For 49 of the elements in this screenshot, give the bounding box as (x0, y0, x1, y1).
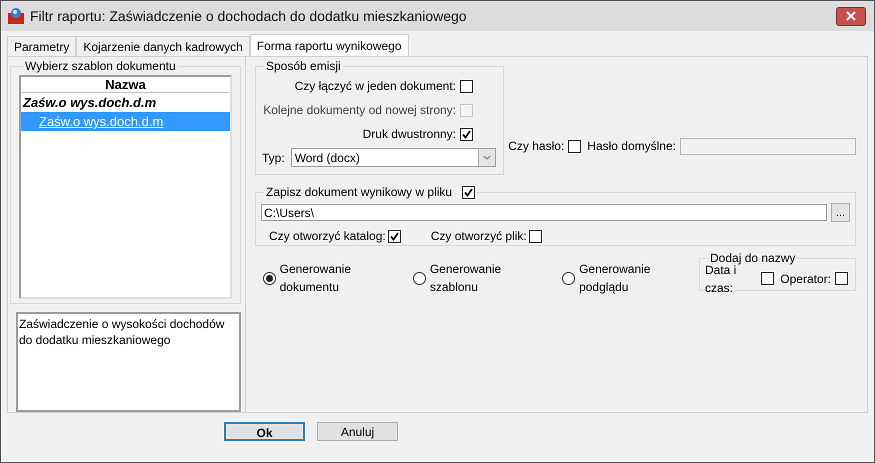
list-item[interactable]: Zaśw.o wys.doch.d.m (21, 93, 230, 112)
check-icon (462, 130, 471, 138)
option-label: Czy otworzyć plik: (430, 228, 527, 245)
group-title: Dodaj do nazwy (709, 250, 796, 265)
check-icon (464, 188, 474, 196)
tab[interactable]: Kojarzenie danych kadrowych (76, 36, 250, 56)
path-field[interactable]: C:\Users\ (261, 204, 827, 221)
radio-label: Generowanie dokumentu (280, 261, 352, 296)
option-label: Kolejne dokumenty od nowej strony: (263, 102, 456, 119)
checkbox[interactable] (460, 128, 473, 140)
option-label: Czy łączyć w jeden dokument: (294, 78, 456, 95)
option-label: Czy otworzyć katalog: (269, 228, 386, 245)
checkbox[interactable] (835, 272, 848, 285)
check-icon (390, 232, 399, 240)
checkbox[interactable] (388, 230, 401, 242)
checkbox[interactable] (462, 186, 476, 198)
password-field[interactable] (680, 138, 856, 154)
checkbox[interactable] (568, 140, 582, 152)
description-box: Zaświadczenie o wysokości dochodów do dodatku mieszkaniowego (16, 312, 241, 412)
radio-button[interactable] (562, 272, 576, 284)
option-label: Druk dwustronny: (362, 126, 456, 143)
checkbox[interactable] (761, 272, 774, 285)
dialog-button[interactable]: Ok (224, 422, 305, 441)
tab[interactable]: Parametry (7, 36, 76, 56)
checkbox[interactable] (528, 230, 542, 242)
chevron-down-icon (478, 149, 495, 166)
default-password-label: Hasło domyślne: (587, 138, 676, 155)
tab[interactable]: Forma raportu wynikowego (250, 34, 409, 56)
radio-label: Generowanie podglądu (579, 261, 652, 296)
type-dropdown[interactable]: Word (docx) (290, 148, 496, 167)
dropdown-value: Word (docx) (294, 150, 361, 166)
app-icon (7, 7, 25, 25)
group-title: Zapisz dokument wynikowy w pliku (266, 184, 452, 201)
radio-button[interactable] (263, 272, 276, 284)
close-icon (846, 11, 856, 21)
group-title: Wybierz szablon dokumentu (24, 58, 177, 75)
type-label: Typ: (262, 150, 285, 166)
checkbox[interactable] (460, 80, 473, 92)
close-button[interactable] (836, 6, 866, 26)
option-label: Data i czas: (705, 262, 736, 296)
window-title: Filtr raportu: Zaświadczenie o dochodach do dodatku mieszkaniowego (30, 6, 467, 26)
option-label: Operator: (780, 270, 831, 288)
column-header: Nazwa (21, 77, 230, 93)
dialog-button[interactable]: Anuluj (317, 422, 398, 441)
radio-button[interactable] (413, 272, 426, 284)
password-label: Czy hasło: (508, 138, 564, 155)
browse-button[interactable]: ... (831, 203, 850, 222)
radio-label: Generowanie szablonu (430, 261, 502, 296)
group-title: Sposób emisji (265, 58, 342, 75)
